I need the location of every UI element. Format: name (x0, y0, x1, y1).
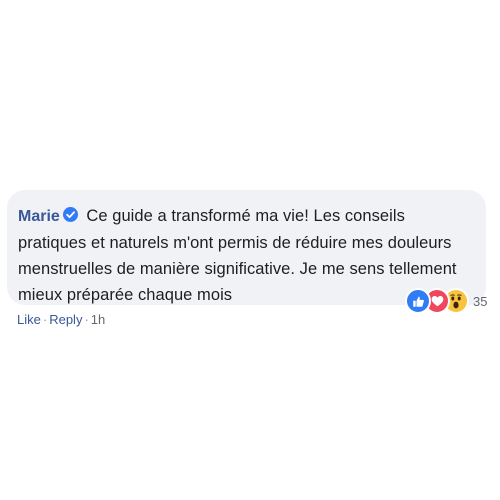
like-link[interactable]: Like (17, 312, 41, 327)
like-icon (405, 288, 431, 314)
comment-actions: Like · Reply · 1h (17, 312, 105, 327)
verified-badge-icon (62, 204, 78, 222)
separator-dot: · (42, 312, 48, 327)
reactions-summary[interactable]: 35 (405, 288, 487, 314)
reply-link[interactable]: Reply (49, 312, 82, 327)
comment-section: Marie Ce guide a transformé ma vie! Les … (0, 0, 500, 500)
separator-dot: · (84, 312, 89, 327)
reaction-count: 35 (473, 293, 488, 309)
comment-text: Ce guide a transformé ma vie! Les consei… (18, 207, 457, 304)
comment-timestamp[interactable]: 1h (91, 312, 105, 327)
comment-author[interactable]: Marie (18, 208, 60, 225)
